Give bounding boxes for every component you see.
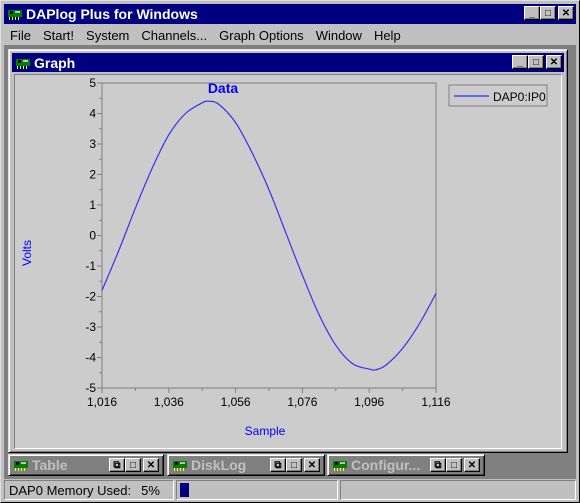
minimized-title: Configur... (351, 457, 421, 473)
y-tick-label: 4 (89, 107, 96, 121)
maximize-icon: □ (129, 459, 137, 471)
restore-button[interactable]: ⧉ (430, 458, 446, 472)
maximize-button[interactable]: □ (446, 458, 462, 472)
chart-title: Data (208, 80, 239, 96)
close-icon: ✕ (561, 7, 571, 19)
graph-close-button[interactable]: ✕ (546, 55, 562, 69)
memory-progress-fill (180, 483, 189, 497)
status-panel-empty (340, 480, 576, 500)
menu-channels[interactable]: Channels... (135, 28, 213, 43)
y-tick-label: 5 (89, 76, 96, 90)
x-tick-label: 1,116 (421, 395, 450, 409)
app-window: DAPlog Plus for Windows _ □ ✕ File Start… (0, 0, 580, 503)
circuit-board-icon (172, 459, 188, 471)
y-tick-label: -2 (85, 290, 96, 304)
graph-window-title: Graph (34, 54, 76, 71)
menu-window[interactable]: Window (310, 28, 368, 43)
y-tick-label: 0 (89, 229, 96, 243)
minimized-window-table[interactable]: Table ⧉ □ ✕ (8, 454, 164, 476)
menu-graph-options[interactable]: Graph Options (213, 28, 310, 43)
graph-maximize-button[interactable]: □ (528, 55, 544, 69)
close-icon: ✕ (467, 459, 477, 471)
y-tick-label: 1 (89, 198, 96, 212)
y-tick-label: -3 (85, 320, 96, 334)
maximize-button[interactable]: □ (286, 458, 302, 472)
graph-window: Graph _ □ ✕ Data Volts Sample 5 4 3 2 1 0 -1 -2… (8, 49, 568, 453)
y-tick-label: 3 (89, 137, 96, 151)
maximize-button[interactable]: □ (540, 6, 556, 20)
legend-label: DAP0:IP0 (493, 90, 546, 104)
circuit-board-icon (13, 459, 29, 471)
app-titlebar[interactable]: DAPlog Plus for Windows _ □ ✕ (4, 4, 576, 24)
app-title: DAPlog Plus for Windows (26, 6, 198, 22)
menu-help[interactable]: Help (368, 28, 407, 43)
memory-label: DAP0 Memory Used: (9, 482, 132, 498)
minimize-icon: _ (517, 56, 523, 68)
close-button[interactable]: ✕ (304, 458, 320, 472)
maximize-icon: □ (544, 7, 552, 19)
y-tick-label: -4 (85, 351, 96, 365)
circuit-board-icon (332, 459, 348, 471)
y-tick-label: -1 (85, 259, 96, 273)
maximize-icon: □ (450, 459, 458, 471)
close-button[interactable]: ✕ (464, 458, 480, 472)
minimized-title: DiskLog (191, 457, 247, 473)
memory-value: 5% (141, 482, 160, 498)
memory-progress-bar (176, 480, 338, 500)
minimized-window-disklog[interactable]: DiskLog ⧉ □ ✕ (167, 454, 325, 476)
x-tick-label: 1,016 (87, 395, 117, 409)
graph-minimize-button[interactable]: _ (512, 55, 528, 69)
series-line-dap0-ip0 (101, 100, 437, 371)
y-tick-label: -5 (85, 381, 96, 395)
menu-system[interactable]: System (80, 28, 135, 43)
restore-button[interactable]: ⧉ (270, 458, 286, 472)
legend: DAP0:IP0 (448, 84, 548, 107)
y-axis-label: Volts (20, 240, 34, 266)
x-tick-label: 1,096 (354, 395, 384, 409)
close-button[interactable]: ✕ (558, 6, 574, 20)
restore-icon: ⧉ (434, 459, 442, 471)
x-tick-label: 1,076 (287, 395, 317, 409)
minimized-window-configuration[interactable]: Configur... ⧉ □ ✕ (327, 454, 485, 476)
circuit-board-icon (15, 57, 31, 69)
y-tick-label: 2 (89, 168, 96, 182)
restore-icon: ⧉ (274, 459, 282, 471)
circuit-board-icon (7, 8, 23, 20)
menu-file[interactable]: File (4, 28, 37, 43)
maximize-button[interactable]: □ (125, 458, 141, 472)
x-tick-label: 1,056 (221, 395, 251, 409)
close-icon: ✕ (307, 459, 317, 471)
menu-bar: File Start! System Channels... Graph Opt… (4, 25, 407, 45)
close-icon: ✕ (146, 459, 156, 471)
maximize-icon: □ (290, 459, 298, 471)
graph-titlebar[interactable]: Graph _ □ ✕ (12, 53, 564, 72)
mdi-workspace: Graph _ □ ✕ Data Volts Sample 5 4 3 2 1 0 -1 -2… (4, 45, 576, 479)
plot-frame (101, 82, 437, 389)
status-bar: DAP0 Memory Used: 5% (4, 480, 576, 501)
restore-icon: ⧉ (113, 459, 121, 471)
minimized-title: Table (32, 457, 68, 473)
graph-area: Data Volts Sample 5 4 3 2 1 0 -1 -2 -3 -4 -5 1,016… (14, 74, 562, 449)
close-button[interactable]: ✕ (143, 458, 159, 472)
chart: Data Volts Sample 5 4 3 2 1 0 -1 -2 -3 -4 -5 1,016… (20, 76, 548, 438)
maximize-icon: □ (532, 56, 540, 68)
minimize-button[interactable]: _ (524, 6, 540, 20)
memory-status: DAP0 Memory Used: 5% (4, 480, 174, 500)
menu-start[interactable]: Start! (37, 28, 80, 43)
restore-button[interactable]: ⧉ (109, 458, 125, 472)
close-icon: ✕ (549, 56, 559, 68)
x-tick-label: 1,036 (154, 395, 184, 409)
minimize-icon: _ (529, 7, 535, 19)
x-axis-label: Sample (245, 424, 286, 438)
